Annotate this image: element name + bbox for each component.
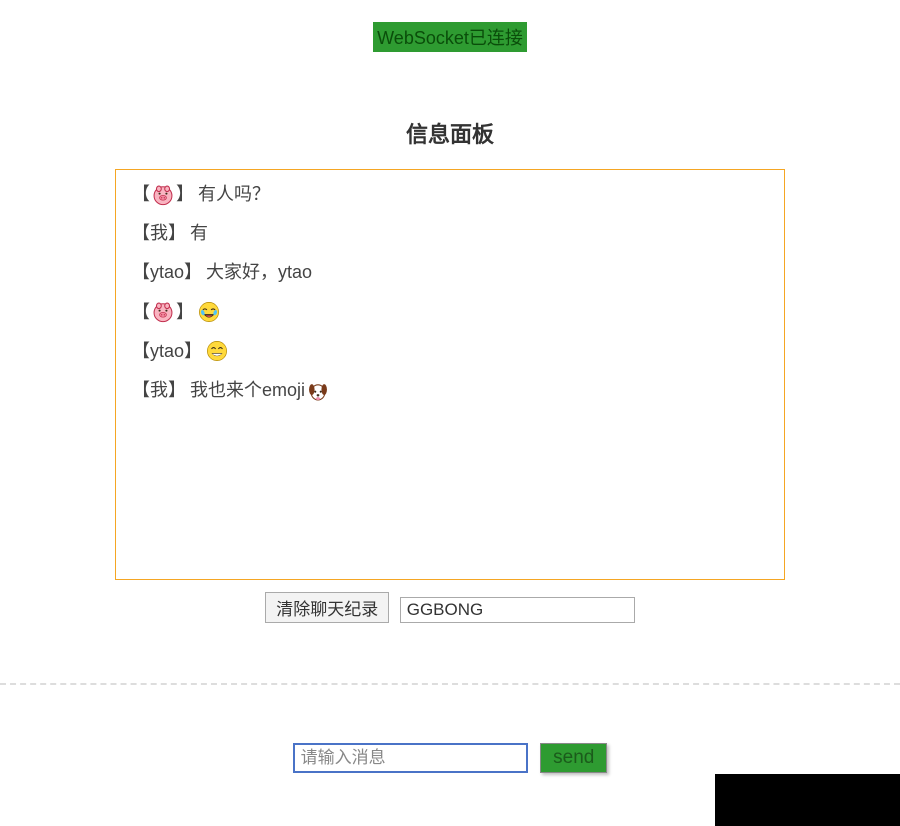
controls-row: 清除聊天纪录 bbox=[0, 592, 900, 623]
bracket-left: 【 bbox=[132, 260, 150, 285]
chat-message: 【 ytao 】 bbox=[132, 339, 768, 364]
message-text: 有人吗？ bbox=[198, 182, 270, 207]
section-divider bbox=[0, 683, 900, 685]
laugh-cry-icon bbox=[198, 301, 220, 323]
status-badge: WebSocket已连接 bbox=[373, 22, 527, 52]
pig-icon bbox=[152, 184, 174, 206]
dog-icon bbox=[307, 380, 329, 402]
bracket-right: 】 bbox=[176, 300, 194, 325]
sender-name: 我 bbox=[150, 221, 168, 246]
bracket-left: 【 bbox=[132, 378, 150, 403]
panel-title: 信息面板 bbox=[0, 117, 900, 149]
bracket-left: 【 bbox=[132, 339, 150, 364]
message-input[interactable] bbox=[293, 743, 528, 773]
message-input-row: send bbox=[0, 743, 900, 773]
title-area: 信息面板 bbox=[0, 117, 900, 149]
chat-message: 【 】 有人吗？ bbox=[132, 182, 768, 207]
bracket-right: 】 bbox=[168, 378, 186, 403]
bracket-left: 【 bbox=[132, 221, 150, 246]
chat-message: 【 我 】 有 bbox=[132, 221, 768, 246]
chat-panel[interactable]: 【 】 有人吗？ 【 我 】 有 【 ytao 】 大家好，ytao 【 bbox=[115, 169, 785, 580]
bracket-right: 】 bbox=[184, 260, 202, 285]
message-text: 我也来个emoji bbox=[190, 378, 305, 403]
smile-icon bbox=[206, 340, 228, 362]
message-text: 大家好，ytao bbox=[206, 260, 312, 285]
bracket-left: 【 bbox=[132, 300, 150, 325]
pig-icon bbox=[152, 301, 174, 323]
sender-name: ytao bbox=[150, 260, 184, 285]
clear-chat-button[interactable]: 清除聊天纪录 bbox=[265, 592, 389, 623]
bracket-right: 】 bbox=[176, 182, 194, 207]
chat-message: 【 ytao 】 大家好，ytao bbox=[132, 260, 768, 285]
send-button[interactable]: send bbox=[540, 743, 607, 773]
sender-name: 我 bbox=[150, 378, 168, 403]
message-text: 有 bbox=[190, 221, 208, 246]
overlay-box bbox=[715, 774, 900, 826]
bracket-right: 】 bbox=[184, 339, 202, 364]
bracket-left: 【 bbox=[132, 182, 150, 207]
bracket-right: 】 bbox=[168, 221, 186, 246]
sender-name: ytao bbox=[150, 339, 184, 364]
chat-message: 【 我 】 我也来个emoji bbox=[132, 378, 768, 403]
status-bar: WebSocket已连接 bbox=[0, 0, 900, 52]
chat-message: 【 】 bbox=[132, 300, 768, 325]
username-input[interactable] bbox=[400, 597, 635, 623]
